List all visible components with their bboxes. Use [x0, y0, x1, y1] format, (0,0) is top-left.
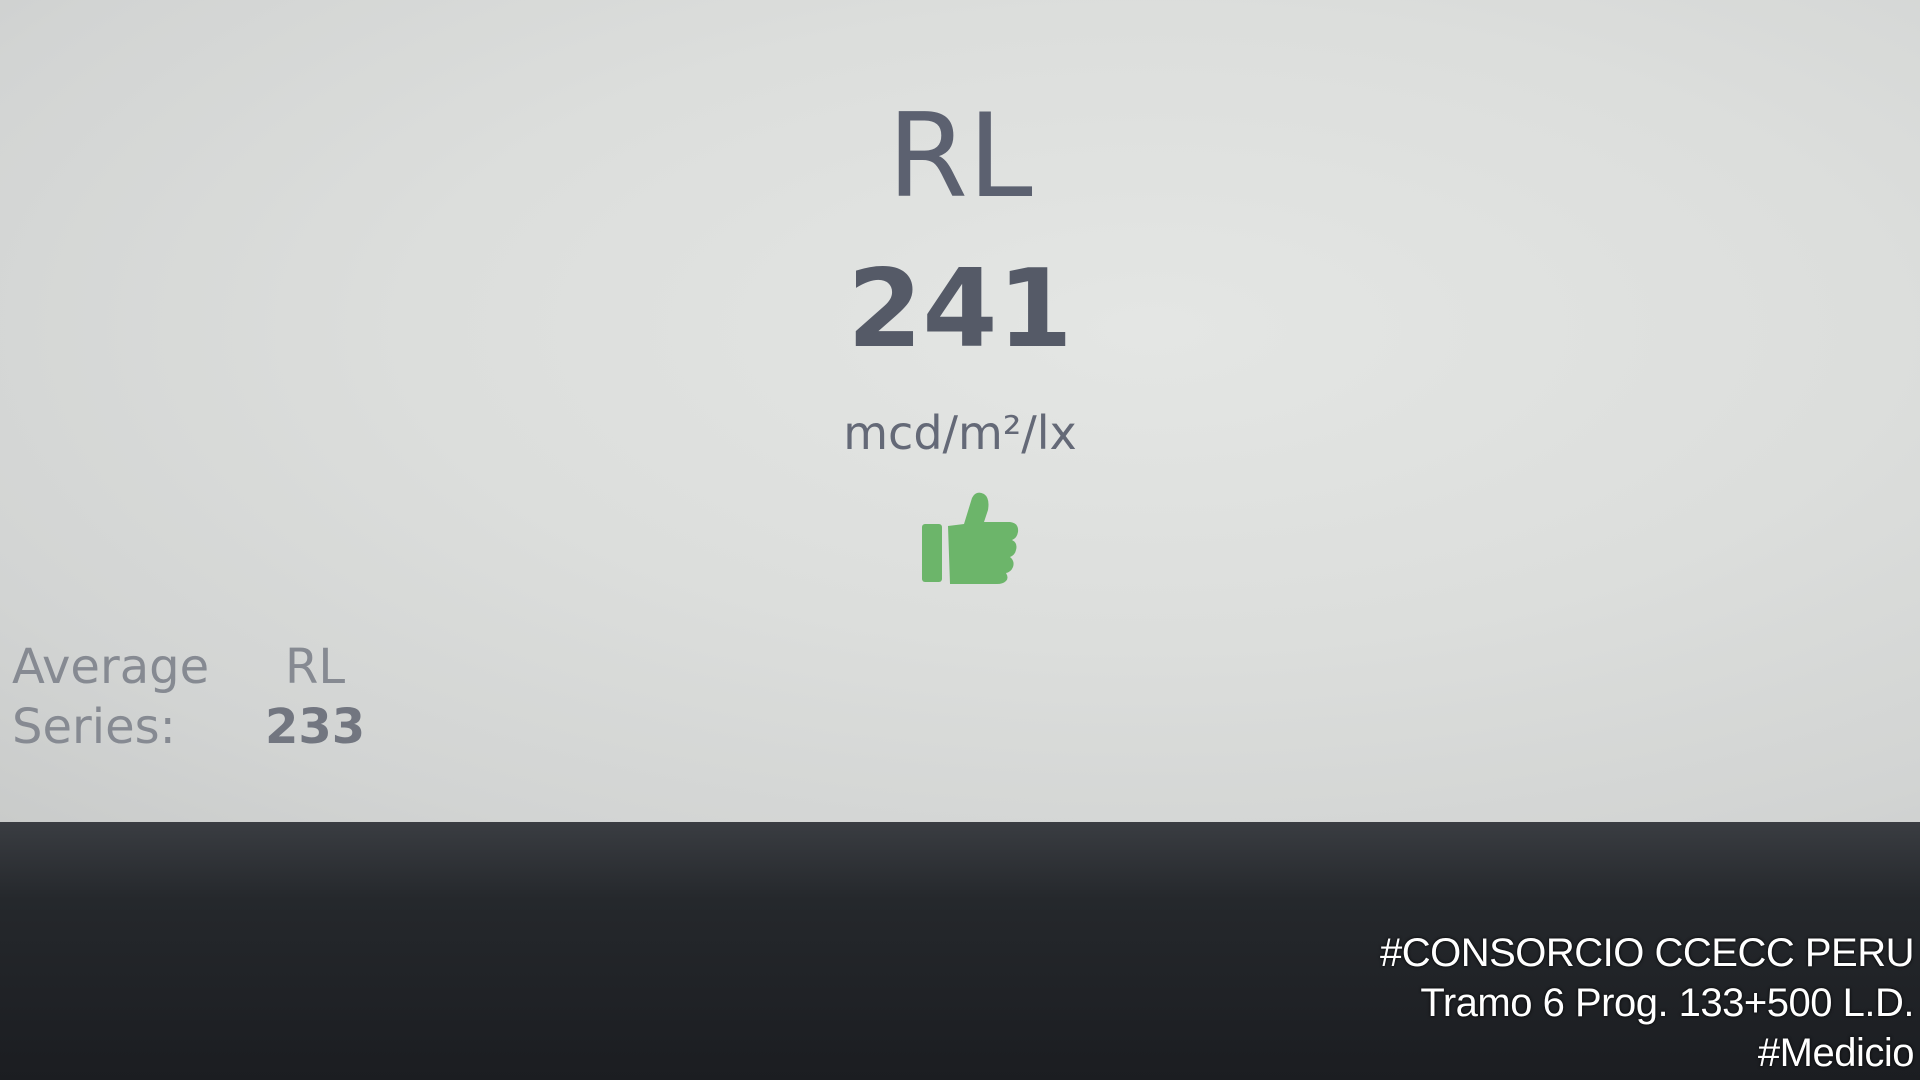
photo-stage: RL 241 mcd/m²/lx Average Series: RL 233 …: [0, 0, 1920, 1080]
metric-unit: mcd/m²/lx: [843, 406, 1077, 460]
thumbs-up-icon: [922, 492, 1019, 584]
watermark-line-1: #CONSORCIO CCECC PERU: [1379, 931, 1915, 975]
device-screen: RL 241 mcd/m²/lx Average Series: RL 233: [0, 0, 1920, 823]
watermark-line-2: Tramo 6 Prog. 133+500 L.D.: [1420, 981, 1914, 1025]
metric-value: 241: [847, 247, 1073, 372]
average-value: 233: [265, 699, 366, 755]
photo-watermark: #CONSORCIO CCECC PERU Tramo 6 Prog. 133+…: [1379, 928, 1915, 1078]
series-label: Series:: [12, 699, 176, 755]
average-metric-label: RL: [285, 639, 346, 695]
metric-label: RL: [887, 89, 1033, 224]
watermark-line-3: #Medicio: [1757, 1031, 1915, 1075]
average-label: Average: [12, 639, 210, 695]
